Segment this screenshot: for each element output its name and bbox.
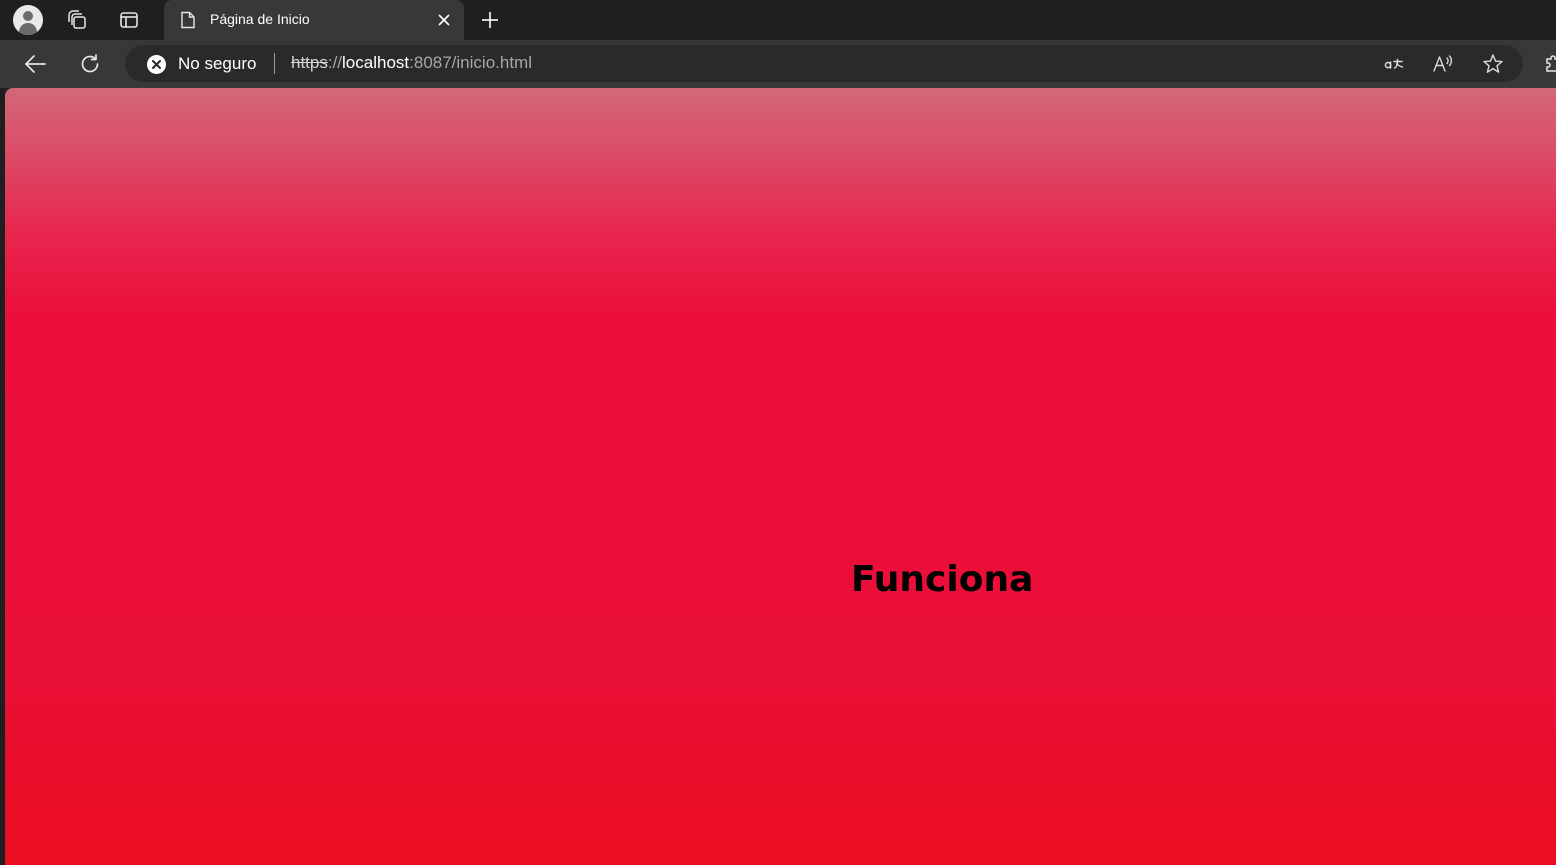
extensions-icon[interactable] bbox=[1545, 55, 1556, 73]
read-aloud-button[interactable] bbox=[1430, 51, 1456, 77]
page-viewport: Funciona bbox=[5, 88, 1556, 865]
not-secure-icon bbox=[147, 54, 166, 74]
close-icon bbox=[438, 14, 450, 26]
url-path: :8087/inicio.html bbox=[409, 53, 532, 72]
collections-button[interactable] bbox=[61, 4, 93, 36]
security-label: No seguro bbox=[178, 54, 257, 73]
star-icon bbox=[1483, 54, 1503, 73]
page-heading: Funciona bbox=[851, 559, 1034, 600]
tab-title: Página de Inicio bbox=[210, 11, 310, 27]
reload-button[interactable] bbox=[74, 48, 106, 80]
translate-icon bbox=[1384, 58, 1404, 69]
browser-toolbar: No seguro https://localhost:8087/inicio.… bbox=[0, 40, 1556, 88]
new-tab-button[interactable] bbox=[474, 4, 506, 36]
address-bar[interactable]: No seguro https://localhost:8087/inicio.… bbox=[125, 45, 1523, 82]
url-host: localhost bbox=[342, 53, 410, 72]
read-aloud-icon bbox=[1433, 55, 1453, 72]
url-text[interactable]: https://localhost:8087/inicio.html bbox=[291, 53, 532, 73]
translate-button[interactable] bbox=[1380, 51, 1406, 77]
profile-button[interactable] bbox=[12, 4, 44, 36]
address-separator bbox=[274, 53, 275, 74]
document-icon bbox=[181, 11, 195, 29]
url-separator: :// bbox=[327, 53, 343, 72]
active-tab[interactable]: Página de Inicio bbox=[164, 0, 464, 40]
plus-icon bbox=[482, 12, 498, 28]
favorite-button[interactable] bbox=[1480, 51, 1506, 77]
site-info-button[interactable]: No seguro bbox=[147, 54, 256, 74]
tab-close-button[interactable] bbox=[434, 10, 454, 30]
vertical-tabs-button[interactable] bbox=[113, 4, 145, 36]
profile-avatar-icon bbox=[13, 5, 43, 35]
back-arrow-icon bbox=[25, 55, 46, 73]
back-button[interactable] bbox=[19, 48, 51, 80]
collections-icon bbox=[68, 10, 86, 29]
reload-icon bbox=[81, 54, 99, 73]
url-scheme: https bbox=[291, 53, 328, 72]
vertical-tabs-icon bbox=[120, 12, 138, 28]
tab-strip: Página de Inicio bbox=[0, 0, 1556, 40]
